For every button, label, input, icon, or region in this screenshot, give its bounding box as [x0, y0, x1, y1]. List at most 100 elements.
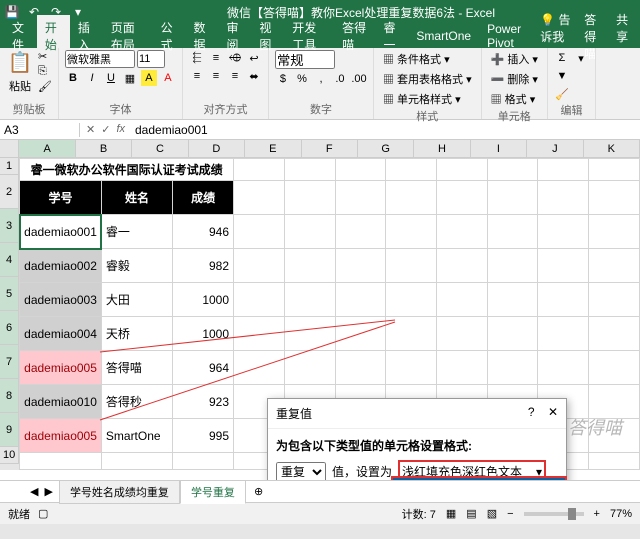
- sheet-tab[interactable]: 学号姓名成绩均重复: [59, 480, 180, 504]
- status-bar: 就绪 ▢ 计数: 7 ▦ ▤ ▧ − + 77%: [0, 502, 640, 524]
- col-header-h[interactable]: H: [414, 140, 470, 157]
- decrease-decimal-icon[interactable]: .00: [351, 71, 367, 87]
- col-header-g[interactable]: G: [358, 140, 414, 157]
- dialog-close-icon[interactable]: ✕: [548, 405, 558, 419]
- bold-button[interactable]: B: [65, 70, 81, 86]
- cut-icon[interactable]: ✂: [38, 50, 52, 63]
- cell-a7[interactable]: dademiao005: [20, 351, 102, 385]
- cell-a3[interactable]: dademiao001: [20, 215, 102, 249]
- row-header[interactable]: 2: [0, 175, 19, 209]
- tab-smartone[interactable]: SmartOne: [408, 25, 479, 47]
- format-painter-icon[interactable]: 🖌: [38, 80, 52, 93]
- italic-button[interactable]: I: [84, 70, 100, 86]
- paste-icon[interactable]: 📋: [6, 50, 34, 75]
- fill-color-button[interactable]: A: [141, 70, 157, 86]
- border-button[interactable]: ▦: [122, 70, 138, 86]
- ribbon: 📋 粘贴 ✂ ⎘ 🖌 剪贴板 B I U ▦ A A: [0, 48, 640, 120]
- group-cells: ➕ 插入 ▾ ➖ 删除 ▾ ▦ 格式 ▾ 单元格: [482, 48, 548, 119]
- currency-icon[interactable]: $: [275, 71, 291, 87]
- insert-cells-button[interactable]: ➕ 插入 ▾: [488, 50, 541, 68]
- group-editing: Σ▾ ▼ 🧹 编辑: [548, 48, 596, 119]
- dup-type-select[interactable]: 重复: [276, 462, 326, 481]
- cell-a4[interactable]: dademiao002: [20, 249, 102, 283]
- sheet-nav-prev-icon[interactable]: ◀: [30, 485, 38, 498]
- align-left-icon[interactable]: ≡: [189, 68, 205, 84]
- col-header-b[interactable]: B: [76, 140, 132, 157]
- sheet-nav-next-icon[interactable]: ▶: [44, 485, 52, 498]
- copy-icon[interactable]: ⎘: [38, 65, 52, 78]
- header-name[interactable]: 姓名: [101, 181, 172, 215]
- increase-decimal-icon[interactable]: .0: [332, 71, 348, 87]
- worksheet-grid[interactable]: A B C D E F G H I J K 1 2 3 4 5 6 7 8 9 …: [0, 140, 640, 480]
- enter-formula-icon[interactable]: ✓: [101, 123, 110, 136]
- row-header[interactable]: 3: [0, 209, 19, 243]
- delete-cells-button[interactable]: ➖ 删除 ▾: [488, 70, 541, 88]
- col-header-j[interactable]: J: [527, 140, 583, 157]
- col-header-k[interactable]: K: [584, 140, 640, 157]
- row-header[interactable]: 5: [0, 277, 19, 311]
- view-pagebreak-icon[interactable]: ▧: [487, 507, 497, 520]
- percent-icon[interactable]: %: [294, 71, 310, 87]
- row-header[interactable]: 1: [0, 158, 19, 175]
- clear-icon[interactable]: 🧹: [554, 86, 570, 102]
- align-center-icon[interactable]: ≡: [208, 68, 224, 84]
- cell-a9[interactable]: dademiao005: [20, 419, 102, 453]
- fx-icon[interactable]: fx: [116, 123, 125, 136]
- row-header[interactable]: 7: [0, 345, 19, 379]
- col-header-d[interactable]: D: [189, 140, 245, 157]
- font-name-select[interactable]: [65, 50, 135, 68]
- align-middle-icon[interactable]: ≡: [208, 50, 224, 66]
- share-button[interactable]: 共享: [616, 11, 632, 62]
- paste-button[interactable]: 粘贴: [6, 77, 34, 95]
- col-header-c[interactable]: C: [132, 140, 188, 157]
- zoom-in-icon[interactable]: +: [594, 508, 600, 520]
- sheet-tab[interactable]: 学号重复: [180, 480, 246, 504]
- macro-record-icon[interactable]: ▢: [38, 507, 48, 520]
- group-label-clipboard: 剪贴板: [6, 101, 52, 117]
- zoom-slider[interactable]: [524, 512, 584, 516]
- col-header-a[interactable]: A: [19, 140, 75, 157]
- row-header[interactable]: 6: [0, 311, 19, 345]
- cell-a8[interactable]: dademiao010: [20, 385, 102, 419]
- cell-a5[interactable]: dademiao003: [20, 283, 102, 317]
- name-box[interactable]: A3: [0, 123, 80, 137]
- fill-icon[interactable]: ▼: [554, 68, 570, 84]
- merge-icon[interactable]: ⬌: [246, 68, 262, 84]
- underline-button[interactable]: U: [103, 70, 119, 86]
- zoom-level[interactable]: 77%: [610, 508, 632, 520]
- cell-a6[interactable]: dademiao004: [20, 317, 102, 351]
- header-score[interactable]: 成绩: [173, 181, 234, 215]
- formula-bar[interactable]: dademiao001: [131, 123, 640, 137]
- row-header[interactable]: 9: [0, 413, 19, 447]
- format-option[interactable]: 浅红填充色深红色文本: [393, 478, 565, 480]
- col-header-i[interactable]: I: [471, 140, 527, 157]
- comma-icon[interactable]: ,: [313, 71, 329, 87]
- add-sheet-icon[interactable]: ⊕: [246, 482, 271, 501]
- conditional-format-button[interactable]: ▦ 条件格式 ▾: [380, 50, 475, 68]
- table-title[interactable]: 睿一微软办公软件国际认证考试成绩: [20, 159, 234, 181]
- cancel-formula-icon[interactable]: ✕: [86, 123, 95, 136]
- view-layout-icon[interactable]: ▤: [466, 507, 476, 520]
- number-format-select[interactable]: [275, 50, 335, 69]
- row-header[interactable]: 8: [0, 379, 19, 413]
- align-top-icon[interactable]: ⬱: [189, 50, 205, 66]
- col-header-f[interactable]: F: [302, 140, 358, 157]
- row-header[interactable]: 4: [0, 243, 19, 277]
- align-right-icon[interactable]: ≡: [227, 68, 243, 84]
- row-header[interactable]: 10: [0, 447, 19, 464]
- font-size-select[interactable]: [137, 50, 165, 68]
- zoom-out-icon[interactable]: −: [507, 508, 513, 520]
- table-format-button[interactable]: ▦ 套用表格格式 ▾: [380, 70, 475, 88]
- view-normal-icon[interactable]: ▦: [446, 507, 456, 520]
- select-all-corner[interactable]: [0, 140, 19, 157]
- group-number: $ % , .0 .00 数字: [269, 48, 374, 119]
- format-cells-button[interactable]: ▦ 格式 ▾: [488, 90, 541, 108]
- align-bottom-icon[interactable]: ⬲: [227, 50, 243, 66]
- autosum-icon[interactable]: Σ: [554, 50, 570, 66]
- cell-style-button[interactable]: ▦ 单元格样式 ▾: [380, 90, 475, 108]
- dialog-help-icon[interactable]: ?: [528, 405, 535, 419]
- header-id[interactable]: 学号: [20, 181, 102, 215]
- wrap-text-icon[interactable]: ↩: [246, 50, 262, 66]
- col-header-e[interactable]: E: [245, 140, 301, 157]
- font-color-button[interactable]: A: [160, 70, 176, 86]
